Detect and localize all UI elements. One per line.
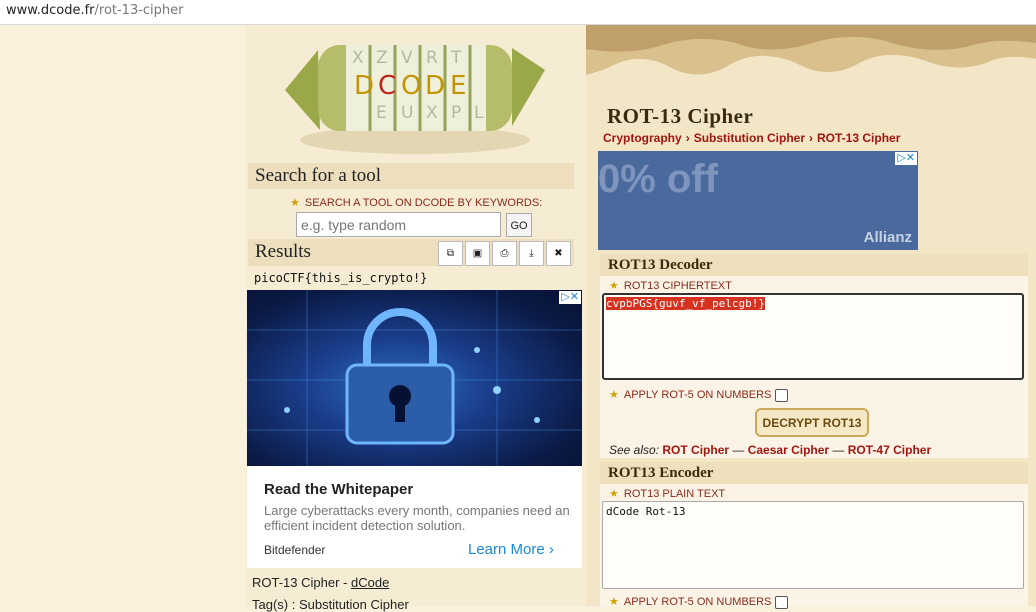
breadcrumb-substitution[interactable]: Substitution Cipher	[694, 131, 805, 145]
search-section-title: Search for a tool	[248, 163, 574, 189]
star-icon: ★	[609, 389, 619, 401]
dcode-link[interactable]: dCode	[351, 575, 389, 590]
result-output: picoCTF{this_is_crypto!}	[254, 271, 428, 285]
svg-text:X: X	[426, 103, 438, 123]
svg-text:V: V	[401, 48, 413, 68]
copy-icon[interactable]: ⧉	[438, 241, 463, 266]
svg-text:D: D	[425, 71, 445, 101]
star-icon: ★	[609, 596, 619, 608]
svg-text:E: E	[450, 71, 466, 101]
dcode-logo[interactable]: X Z V R T D C O D E E U X P L	[280, 30, 550, 160]
rot5-checkbox-encoder[interactable]	[775, 595, 789, 609]
url-host: www.dcode.fr	[6, 3, 95, 18]
download-icon[interactable]: ⤓	[519, 241, 544, 266]
logo-text: D	[354, 71, 374, 101]
star-icon: ★	[290, 197, 300, 209]
learn-more-link[interactable]: Learn More ›	[468, 541, 554, 558]
ad-image-lock[interactable]: ▷✕	[247, 290, 582, 466]
decrypt-button[interactable]: DECRYPT ROT13	[755, 408, 869, 437]
url-path: /rot-13-cipher	[94, 3, 184, 18]
left-blank-pane	[0, 25, 246, 606]
ciphertext-input[interactable]: cvpbPGS{guvf_vf_pelcgb!}	[602, 293, 1024, 380]
chevron-right-icon: ›	[548, 541, 554, 558]
ad-title[interactable]: Read the Whitepaper	[264, 481, 413, 498]
plaintext-input[interactable]: dCode Rot-13	[602, 501, 1024, 589]
ad-whitepaper[interactable]: ▷✕ Read the Whitepaper Large cyberattack…	[247, 290, 582, 568]
print-icon[interactable]: ⎙	[492, 241, 517, 266]
adchoices-icon[interactable]: ▷✕	[559, 291, 581, 304]
svg-text:L: L	[474, 103, 484, 123]
see-also: See also: ROT Cipher — Caesar Cipher — R…	[609, 443, 932, 457]
lock-icon	[247, 290, 582, 466]
svg-text:C: C	[378, 71, 396, 101]
search-label: ★ SEARCH A TOOL ON DCODE BY KEYWORDS:	[290, 197, 543, 209]
encoder-title: ROT13 Encoder	[600, 462, 1028, 484]
ad-brand-allianz: Allianz	[863, 229, 912, 246]
ad-allianz[interactable]: 0% off Allianz ▷✕	[598, 151, 918, 250]
svg-text:E: E	[376, 103, 387, 123]
star-icon: ★	[609, 280, 619, 292]
svg-text:P: P	[451, 103, 461, 123]
svg-text:Z: Z	[376, 48, 388, 68]
link-rot47-cipher[interactable]: ROT-47 Cipher	[848, 443, 931, 457]
link-caesar-cipher[interactable]: Caesar Cipher	[748, 443, 829, 457]
rot5-option: ★ APPLY ROT-5 ON NUMBERS	[609, 388, 789, 402]
page-title: ROT-13 Cipher	[607, 104, 754, 128]
ad-description: Large cyberattacks every month, companie…	[264, 503, 570, 533]
adchoices-icon[interactable]: ▷✕	[895, 152, 917, 165]
svg-text:T: T	[450, 48, 462, 68]
parchment-header	[586, 25, 1036, 100]
svg-text:R: R	[426, 48, 438, 68]
breadcrumb: Cryptography › Substitution Cipher › ROT-13 …	[603, 131, 901, 145]
results-toolbar: ⧉ ▣ ⎙ ⤓ ✖	[438, 241, 571, 266]
breadcrumb-rot13[interactable]: ROT-13 Cipher	[817, 131, 900, 145]
plaintext-label: ★ ROT13 PLAIN TEXT	[609, 488, 726, 500]
ciphertext-label: ★ ROT13 CIPHERTEXT	[609, 280, 732, 292]
rot5-checkbox[interactable]	[775, 388, 789, 402]
save-icon[interactable]: ▣	[465, 241, 490, 266]
svg-text:U: U	[401, 103, 413, 123]
tags-line: Tag(s) : Substitution Cipher	[252, 597, 409, 612]
breadcrumb-cryptography[interactable]: Cryptography	[603, 131, 682, 145]
svg-text:O: O	[401, 71, 421, 101]
ad-brand: Bitdefender	[264, 543, 326, 557]
close-icon[interactable]: ✖	[546, 241, 571, 266]
tool-footer: ROT-13 Cipher - dCode	[252, 575, 390, 590]
url-bar[interactable]: www.dcode.fr/rot-13-cipher	[0, 0, 1036, 25]
star-icon: ★	[609, 488, 619, 500]
link-rot-cipher[interactable]: ROT Cipher	[662, 443, 729, 457]
search-input[interactable]	[296, 212, 501, 237]
go-button[interactable]: GO	[506, 213, 532, 237]
ad-discount-text: 0% off	[598, 157, 718, 201]
rot5-option-encoder: ★ APPLY ROT-5 ON NUMBERS	[609, 595, 789, 609]
decoder-title: ROT13 Decoder	[600, 254, 1028, 276]
svg-text:X: X	[352, 48, 364, 68]
